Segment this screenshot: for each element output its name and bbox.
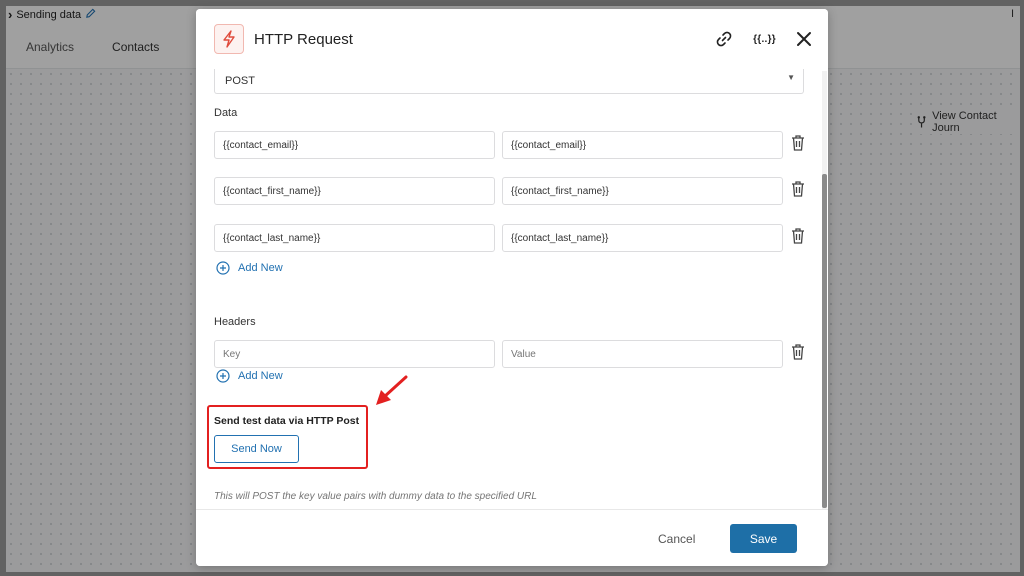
add-data-row-button[interactable]: Add New <box>216 261 283 275</box>
close-icon[interactable] <box>796 27 812 51</box>
http-request-modal: HTTP Request {{..}} POST ▼ Data {{contac… <box>196 9 828 566</box>
plus-circle-icon <box>216 261 230 275</box>
trash-icon[interactable] <box>790 180 806 198</box>
header-tools: {{..}} <box>715 27 812 51</box>
data-key-input[interactable]: {{contact_email}} <box>214 131 495 159</box>
add-new-label: Add New <box>238 262 283 274</box>
data-value-input[interactable]: {{contact_last_name}} <box>502 224 783 252</box>
add-new-label: Add New <box>238 370 283 382</box>
trash-icon[interactable] <box>790 343 806 361</box>
test-data-label: Send test data via HTTP Post <box>214 415 360 427</box>
modal-title: HTTP Request <box>254 31 353 48</box>
add-header-row-button[interactable]: Add New <box>216 369 283 383</box>
method-value: POST <box>225 75 255 87</box>
headers-label: Headers <box>214 316 256 328</box>
save-button[interactable]: Save <box>730 524 797 553</box>
method-select[interactable]: POST ▼ <box>214 69 804 94</box>
data-key-input[interactable]: {{contact_last_name}} <box>214 224 495 252</box>
help-text: This will POST the key value pairs with … <box>214 491 537 502</box>
cancel-button[interactable]: Cancel <box>658 532 695 546</box>
data-key-input[interactable]: {{contact_first_name}} <box>214 177 495 205</box>
modal-header: HTTP Request {{..}} <box>196 9 828 69</box>
lightning-icon <box>214 24 244 54</box>
modal-footer: Cancel Save <box>196 509 828 566</box>
header-key-input[interactable] <box>214 340 495 368</box>
trash-icon[interactable] <box>790 134 806 152</box>
data-value-input[interactable]: {{contact_email}} <box>502 131 783 159</box>
send-now-button[interactable]: Send Now <box>214 435 299 463</box>
merge-tags-icon[interactable]: {{..}} <box>753 27 776 51</box>
trash-icon[interactable] <box>790 227 806 245</box>
modal-body[interactable]: POST ▼ Data {{contact_email}} {{contact_… <box>196 69 828 509</box>
caret-down-icon: ▼ <box>787 73 795 82</box>
data-label: Data <box>214 107 238 119</box>
annotation-arrow-icon <box>376 375 408 405</box>
header-value-input[interactable] <box>502 340 783 368</box>
link-icon[interactable] <box>715 27 733 51</box>
scrollbar-thumb[interactable] <box>822 174 827 508</box>
plus-circle-icon <box>216 369 230 383</box>
data-value-input[interactable]: {{contact_first_name}} <box>502 177 783 205</box>
